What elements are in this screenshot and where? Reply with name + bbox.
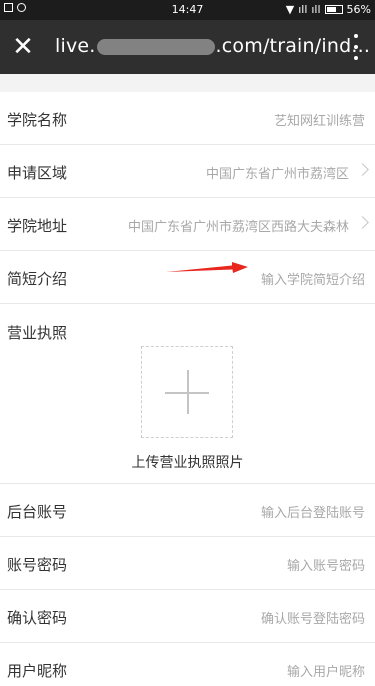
upload-license-label: 上传营业执照照片 [131,455,244,471]
url-bar[interactable]: live. .com/train/ind... [55,35,370,57]
upload-license-button[interactable] [141,346,233,438]
battery-percent: 56% [346,3,371,16]
url-redacted [96,38,215,55]
url-suffix: .com/train/ind... [215,35,371,57]
chevron-right-icon [356,163,369,176]
signal-icon-2: ıll [311,3,321,16]
license-label: 营业执照 [7,324,68,342]
close-icon[interactable]: ✕ [8,32,38,62]
password-row[interactable]: 账号密码 输入账号密码 [0,537,375,590]
section-gap [0,74,375,92]
signal-icon: ıll [298,3,308,16]
nickname-row[interactable]: 用户昵称 输入用户昵称 [0,643,375,686]
confirm-password-label: 确认密码 [7,609,68,627]
apply-region-value: 中国广东省广州市荔湾区 [205,167,349,182]
more-menu-icon[interactable] [351,34,361,60]
account-label: 后台账号 [7,503,68,521]
confirm-password-input[interactable]: 确认账号登陆密码 [261,608,365,627]
college-name-value[interactable]: 艺知网红训练营 [274,110,365,129]
battery-icon [324,5,343,14]
college-address-value: 中国广东省广州市荔湾区西路大夫森林 [127,220,349,235]
intro-input[interactable]: 输入学院简短介绍 [261,269,365,288]
password-label: 账号密码 [7,556,68,574]
college-name-label: 学院名称 [7,111,68,129]
account-input[interactable]: 输入后台登陆账号 [261,502,365,521]
college-address-label: 学院地址 [7,217,68,235]
url-prefix: live. [55,35,96,57]
college-name-row[interactable]: 学院名称 艺知网红训练营 [0,92,375,145]
chevron-right-icon [356,216,369,229]
apply-region-row[interactable]: 申请区域 中国广东省广州市荔湾区 [0,145,375,198]
business-license-section: 营业执照 上传营业执照照片 [0,304,375,484]
intro-row[interactable]: 简短介绍 输入学院简短介绍 [0,251,375,304]
apply-region-label: 申请区域 [7,164,68,182]
status-bar: 14:47 ▼ ıll ıll 56% [0,0,375,20]
wifi-icon: ▼ [285,3,295,16]
status-right-icons: ▼ ıll ıll 56% [286,3,371,16]
confirm-password-row[interactable]: 确认密码 确认账号登陆密码 [0,590,375,643]
password-input[interactable]: 输入账号密码 [287,555,365,574]
intro-label: 简短介绍 [7,270,68,288]
account-row[interactable]: 后台账号 输入后台登陆账号 [0,484,375,537]
nickname-label: 用户昵称 [7,662,68,680]
annotation-arrow-icon [166,262,248,273]
college-address-row[interactable]: 学院地址 中国广东省广州市荔湾区西路大夫森林 [0,198,375,251]
nickname-input[interactable]: 输入用户昵称 [287,661,365,680]
browser-toolbar: ✕ live. .com/train/ind... [0,20,375,74]
